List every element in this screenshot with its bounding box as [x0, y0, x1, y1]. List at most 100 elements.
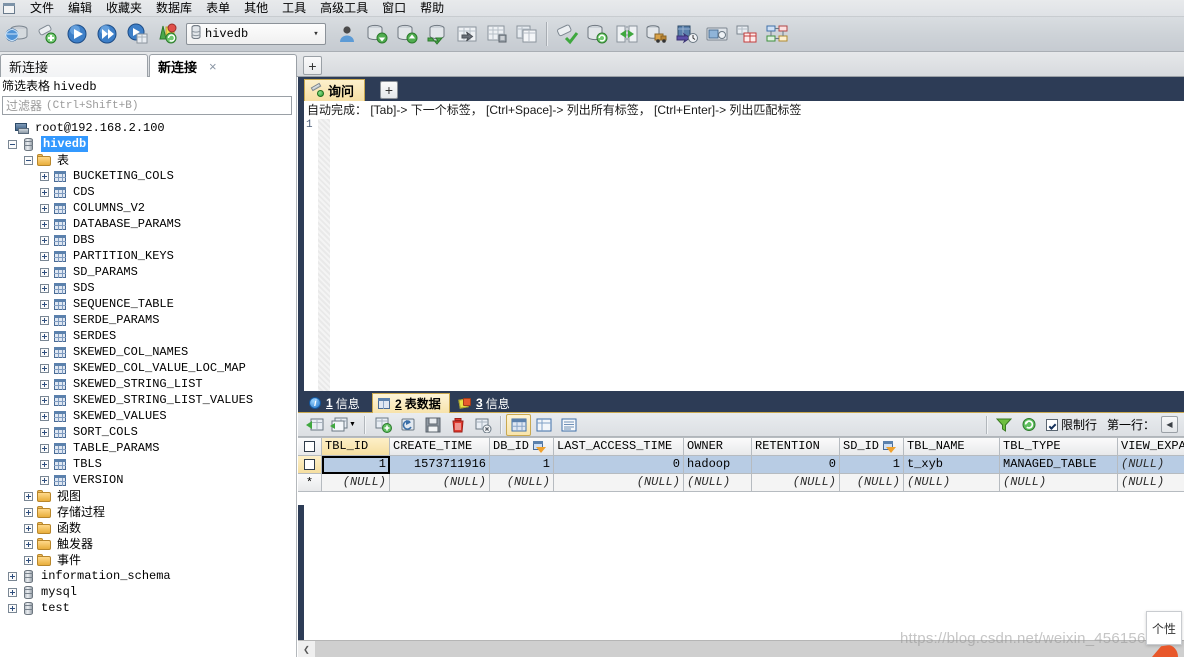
- tree-expander-plus-icon[interactable]: [40, 427, 49, 437]
- refresh-db-icon[interactable]: [582, 19, 612, 50]
- tree-expander-plus-icon[interactable]: [40, 315, 49, 325]
- result-tab-1-info[interactable]: i 1 信息: [304, 393, 368, 413]
- grid-cell[interactable]: (NULL): [390, 474, 490, 492]
- duplicate-row-dropdown-icon[interactable]: ▼: [327, 414, 359, 436]
- text-view-icon[interactable]: [556, 414, 581, 436]
- new-query-icon[interactable]: [32, 19, 62, 50]
- tree-node-table[interactable]: SDS: [0, 280, 296, 296]
- tree-expander-plus-icon[interactable]: [40, 251, 49, 261]
- refresh-icon[interactable]: [1017, 414, 1042, 436]
- tree-node-table[interactable]: SKEWED_VALUES: [0, 408, 296, 424]
- table-export-icon[interactable]: [452, 19, 482, 50]
- grid-cell[interactable]: t_xyb: [904, 456, 1000, 474]
- grid-cell[interactable]: (NULL): [684, 474, 752, 492]
- menu-item-tools[interactable]: 工具: [275, 0, 313, 17]
- tree-node-table[interactable]: DBS: [0, 232, 296, 248]
- form-view-icon[interactable]: [531, 414, 556, 436]
- tree-node-table[interactable]: TBLS: [0, 456, 296, 472]
- grid-cell[interactable]: 1: [840, 456, 904, 474]
- grid-column-header[interactable]: SD_ID: [840, 437, 904, 456]
- tree-node-table[interactable]: DATABASE_PARAMS: [0, 216, 296, 232]
- grid-cell[interactable]: (NULL): [1118, 474, 1184, 492]
- apply-icon[interactable]: [552, 19, 582, 50]
- filter-input[interactable]: 过滤器 (Ctrl+Shift+B): [2, 96, 292, 115]
- grid-cell[interactable]: (NULL): [490, 474, 554, 492]
- grid-column-header[interactable]: LAST_ACCESS_TIME: [554, 437, 684, 456]
- grid-row-header[interactable]: *: [298, 474, 322, 492]
- tree-expander-plus-icon[interactable]: [40, 203, 49, 213]
- tree-node-table[interactable]: SEQUENCE_TABLE: [0, 296, 296, 312]
- tree-expander-plus-icon[interactable]: [24, 539, 33, 549]
- connection-icon[interactable]: [2, 19, 32, 50]
- floating-tip[interactable]: 个性: [1146, 611, 1182, 645]
- refresh-objects-icon[interactable]: [152, 19, 182, 50]
- monitor-icon[interactable]: [702, 19, 732, 50]
- grid-column-header[interactable]: RETENTION: [752, 437, 840, 456]
- tree-node-table[interactable]: PARTITION_KEYS: [0, 248, 296, 264]
- result-tab-3-info[interactable]: 3 信息: [454, 393, 518, 413]
- column-filter-icon[interactable]: [883, 441, 897, 453]
- tree-expander-plus-icon[interactable]: [40, 299, 49, 309]
- load-db-icon[interactable]: [422, 19, 452, 50]
- run-icon[interactable]: [62, 19, 92, 50]
- tree-expander-plus-icon[interactable]: [40, 235, 49, 245]
- tree-expander-plus-icon[interactable]: [40, 379, 49, 389]
- delete-row-icon[interactable]: [445, 414, 470, 436]
- menu-item-file[interactable]: 文件: [23, 0, 61, 17]
- menu-item-database[interactable]: 数据库: [149, 0, 199, 17]
- grid-column-header[interactable]: TBL_TYPE: [1000, 437, 1118, 456]
- grid-cell[interactable]: (NULL): [1118, 456, 1184, 474]
- add-row-icon[interactable]: [370, 414, 395, 436]
- menu-item-other[interactable]: 其他: [237, 0, 275, 17]
- new-query-tab-button[interactable]: +: [380, 81, 398, 99]
- tree-expander-plus-icon[interactable]: [40, 459, 49, 469]
- tree-node-database[interactable]: test: [0, 600, 296, 616]
- tree-expander-plus-icon[interactable]: [24, 491, 33, 501]
- grid-cell[interactable]: (NULL): [1000, 474, 1118, 492]
- tree-node-server[interactable]: root@192.168.2.100: [0, 120, 296, 136]
- grid-cell[interactable]: (NULL): [752, 474, 840, 492]
- grid-cell[interactable]: hadoop: [684, 456, 752, 474]
- run-all-icon[interactable]: [92, 19, 122, 50]
- scroll-left-button[interactable]: ❮: [298, 640, 315, 657]
- tree-node-database-hivedb[interactable]: hivedb: [0, 136, 296, 152]
- funnel-icon[interactable]: [992, 414, 1017, 436]
- grid-column-header[interactable]: DB_ID: [490, 437, 554, 456]
- tree-node-folder[interactable]: 视图: [0, 488, 296, 504]
- tree-expander-plus-icon[interactable]: [40, 331, 49, 341]
- tree-node-table[interactable]: COLUMNS_V2: [0, 200, 296, 216]
- tree-node-table[interactable]: SKEWED_COL_NAMES: [0, 344, 296, 360]
- grid-cell[interactable]: (NULL): [554, 474, 684, 492]
- insert-row-icon[interactable]: [302, 414, 327, 436]
- result-tab-2-table-data[interactable]: 2 表数据: [372, 393, 450, 413]
- tree-node-table[interactable]: SD_PARAMS: [0, 264, 296, 280]
- tree-node-table[interactable]: TABLE_PARAMS: [0, 440, 296, 456]
- tree-expander-plus-icon[interactable]: [40, 171, 49, 181]
- grid-cell[interactable]: 1: [490, 456, 554, 474]
- grid-row-header[interactable]: [298, 456, 322, 474]
- tree-expander-plus-icon[interactable]: [8, 571, 17, 581]
- tree-node-table[interactable]: SERDES: [0, 328, 296, 344]
- tree-expander-minus-icon[interactable]: [8, 139, 17, 149]
- user-manager-icon[interactable]: [332, 19, 362, 50]
- connection-tab-inactive[interactable]: 新连接: [0, 54, 148, 77]
- tree-expander-plus-icon[interactable]: [8, 603, 17, 613]
- grid-row[interactable]: * (NULL) (NULL) (NULL) (NULL) (NULL) (NULL) (NU…: [298, 474, 1184, 492]
- column-filter-icon[interactable]: [533, 441, 547, 453]
- tree-node-database[interactable]: mysql: [0, 584, 296, 600]
- tree-expander-plus-icon[interactable]: [24, 523, 33, 533]
- tree-node-database[interactable]: information_schema: [0, 568, 296, 584]
- tree-expander-plus-icon[interactable]: [24, 555, 33, 565]
- designer-icon[interactable]: [732, 19, 762, 50]
- result-data-grid[interactable]: TBL_ID CREATE_TIME DB_ID LAST_ACCESS_TIME OW…: [298, 437, 1184, 505]
- tree-expander-plus-icon[interactable]: [40, 219, 49, 229]
- tree-expander-plus-icon[interactable]: [8, 587, 17, 597]
- grid-cell[interactable]: 0: [752, 456, 840, 474]
- menu-item-favorites[interactable]: 收藏夹: [99, 0, 149, 17]
- menu-item-window[interactable]: 窗口: [375, 0, 413, 17]
- tree-expander-plus-icon[interactable]: [40, 187, 49, 197]
- tree-node-table[interactable]: SKEWED_STRING_LIST: [0, 376, 296, 392]
- row-select-checkbox-icon[interactable]: [304, 459, 315, 470]
- grid-column-header[interactable]: CREATE_TIME: [390, 437, 490, 456]
- select-all-checkbox-icon[interactable]: [304, 441, 315, 452]
